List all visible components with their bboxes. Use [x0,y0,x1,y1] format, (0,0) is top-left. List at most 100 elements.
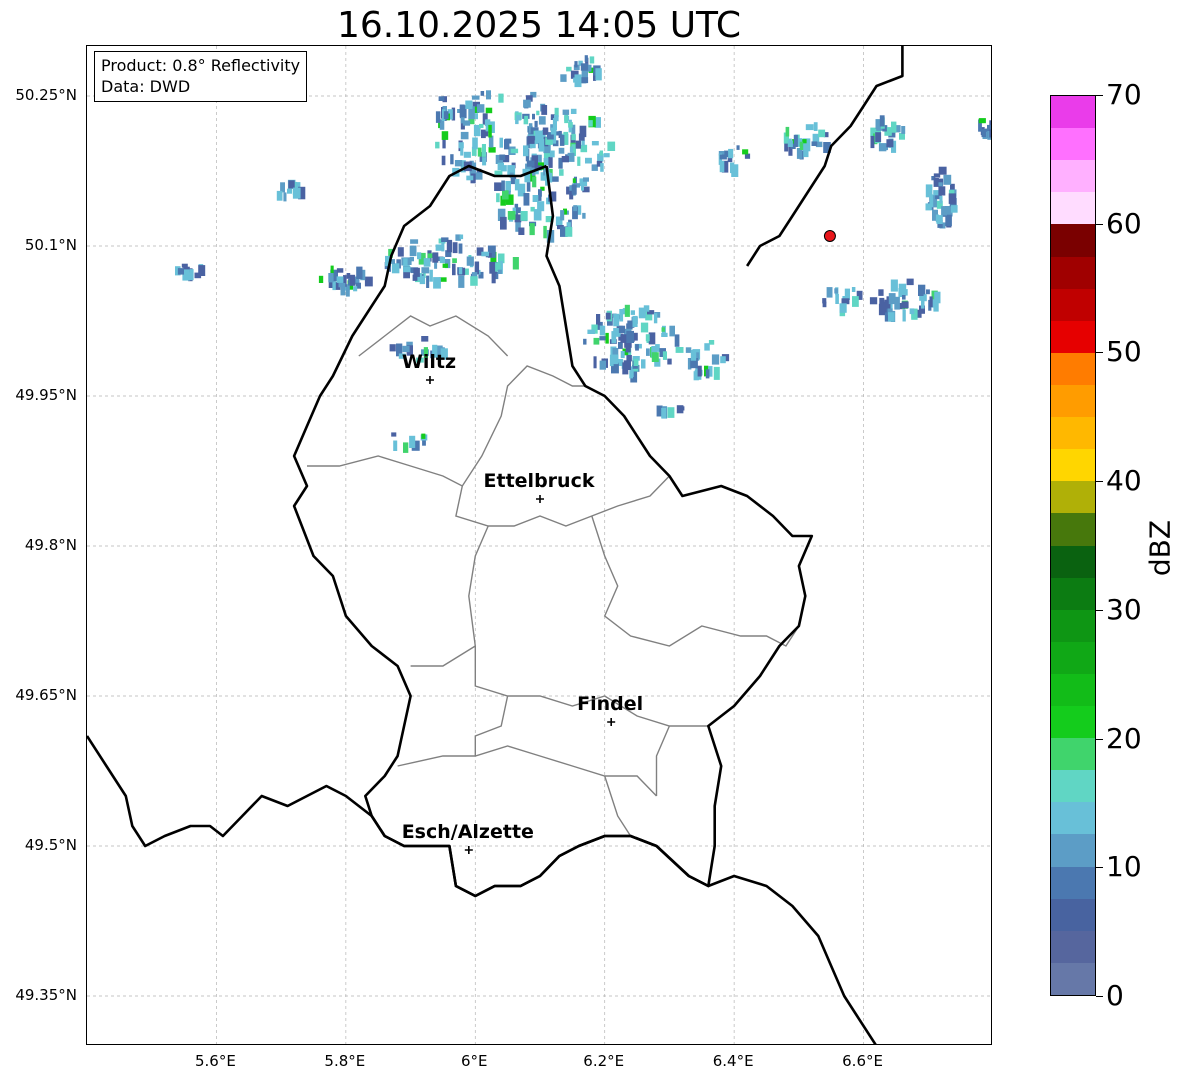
colorbar-segment [1051,865,1095,899]
radar-echo-cell [618,341,623,349]
radar-echo-cell [613,313,620,327]
radar-echo-cell [600,163,604,172]
city-marker [607,718,616,726]
radar-echo-cell [472,137,478,150]
radar-echo-cell [523,193,530,206]
radar-echo-cell [603,153,610,158]
radar-echo-cell [443,111,449,120]
radar-echo-cell [596,314,601,326]
y-tick-label: 50.1°N [24,236,77,254]
radar-echo-cell [432,252,439,263]
radar-echo-cell [565,226,573,237]
radar-echo-cell [675,347,684,353]
radar-echo-cell [520,211,528,221]
radar-echo-cell [283,192,287,202]
radar-echo-cell [435,244,442,251]
map-plot-area[interactable] [86,45,992,1045]
x-tick-label: 6.6°E [842,1052,883,1070]
radar-echo-cell [839,303,847,313]
radar-echo-cell [612,354,619,365]
radar-echo-cell [890,279,898,292]
y-tick-label: 49.35°N [15,986,77,1004]
radar-echo-cell [605,312,611,320]
colorbar-segment [1051,96,1095,129]
radar-echo-cell [389,344,396,352]
radar-echo-cell [194,272,202,279]
radar-echo-cell [886,139,894,148]
radar-echo-cell [661,327,665,332]
radar-echo-cell [438,96,445,101]
radar-echo-cell [578,133,585,141]
radar-echo-cell [677,406,685,411]
radar-echo-cell [417,252,422,260]
radar-echo-cell [464,268,469,275]
radar-echo-cell [902,295,906,300]
radar-echo-cell [826,287,833,298]
radar-echo-cell [921,296,925,309]
colorbar-segment [1051,319,1095,353]
radar-echo-cell [466,175,474,181]
radar-echo-cell [785,126,790,137]
radar-echo-cell [736,145,740,150]
radar-echo-cell [941,206,947,216]
canton-boundary [397,745,658,797]
radar-echo-cell [476,104,485,113]
radar-echo-cell [550,127,557,136]
radar-echo-cell [948,193,956,204]
city-marker [425,376,434,384]
national-border [87,735,877,1044]
radar-echo-cell [529,223,535,236]
radar-echo-cell [599,325,606,336]
radar-echo-cell [488,124,492,138]
radar-echo-cell [409,435,416,448]
x-tick-label: 6.4°E [712,1052,754,1070]
canton-boundary [604,775,632,837]
radar-echo-cell [516,207,521,214]
radar-echo-cell [793,134,798,147]
radar-echo-cell [494,182,502,191]
radar-echo-cell [435,111,441,123]
colorbar-tick-mark [1096,738,1103,740]
radar-echo-cell [566,66,572,72]
radar-echo-cell [403,442,409,453]
radar-echo-cell [933,173,941,178]
radar-echo-cell [499,154,506,161]
radar-echo-cell [558,147,565,154]
colorbar-tick-mark [1096,867,1103,869]
city-marker [464,846,473,854]
radar-echo-cell [572,178,576,183]
radar-echo-cell [933,190,940,196]
radar-echo-cell [587,64,592,72]
radar-echo-cell [336,276,344,283]
radar-echo-cell [500,216,507,230]
radar-site [823,230,836,242]
x-tick-label: 5.6°E [195,1052,236,1070]
radar-echo-cell [630,310,635,315]
radar-echo-cell [661,332,668,337]
radar-echo-cell [480,91,485,96]
radar-echo-cell [805,124,814,131]
radar-echo-cell [705,369,710,379]
radar-echo-cell [458,243,463,254]
radar-echo-cell [640,322,649,333]
radar-echo-cell [888,312,895,322]
radar-echo-cell [481,144,486,157]
radar-echo-cell [502,190,509,200]
radar-site-marker [823,230,836,242]
colorbar [1050,95,1096,996]
colorbar-segment [1051,479,1095,514]
radar-echo-cell [574,61,578,68]
colorbar-segment [1051,223,1095,257]
radar-echo-cell [551,176,559,182]
colorbar-segment [1051,383,1095,418]
radar-echo-cell [353,286,358,292]
radar-echo-cell [534,120,538,128]
colorbar-tick-label: 40 [1106,464,1142,498]
radar-echo-cell [835,294,839,304]
city-label: Ettelbruck [483,470,595,492]
colorbar-segment [1051,672,1095,707]
colorbar-segment [1051,704,1095,739]
radar-echo-cell [618,325,626,333]
radar-echo-cell [482,157,487,166]
radar-echo-cell [465,100,473,109]
